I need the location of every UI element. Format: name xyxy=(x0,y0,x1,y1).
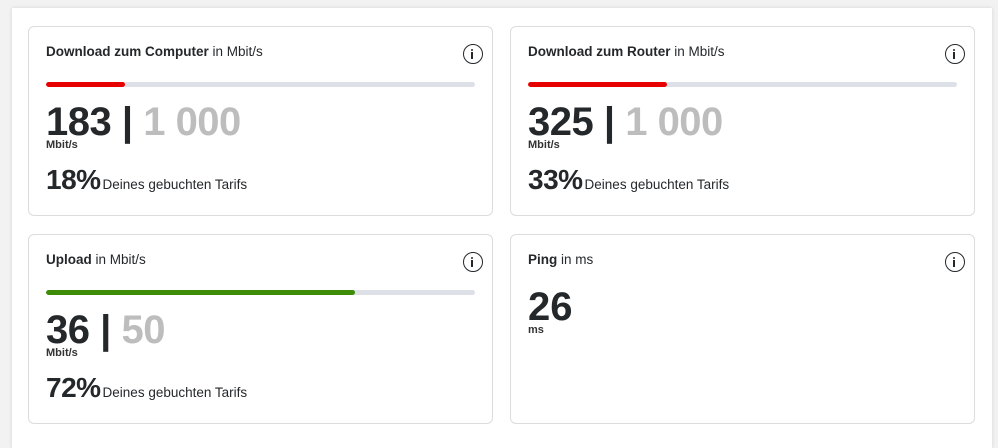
upload-card: Upload in Mbit/s 36 | 50 Mbit/s 72% Deine… xyxy=(28,234,493,424)
value-unit: Mbit/s xyxy=(46,139,78,151)
ping-card: Ping in ms 26 ms xyxy=(510,234,975,424)
card-title: Download zum Computer in Mbit/s xyxy=(46,43,263,61)
measured-value: 325 xyxy=(528,100,594,144)
info-icon[interactable] xyxy=(463,252,483,272)
value-separator: | xyxy=(121,100,133,144)
value-separator: | xyxy=(603,100,615,144)
title-label: Upload xyxy=(46,252,92,267)
card-title: Download zum Router in Mbit/s xyxy=(528,43,725,61)
download-computer-card: Download zum Computer in Mbit/s 183 | 1 … xyxy=(28,26,493,216)
value-unit: Mbit/s xyxy=(528,139,560,151)
percent-value: 33% xyxy=(528,164,583,195)
tariff-max-value: 1 000 xyxy=(143,100,241,144)
percent-text: Deines gebuchten Tarifs xyxy=(584,177,730,192)
download-router-card: Download zum Router in Mbit/s 325 | 1 00… xyxy=(510,26,975,216)
tariff-max-value: 50 xyxy=(121,308,165,352)
percent-text: Deines gebuchten Tarifs xyxy=(102,177,248,192)
measured-value: 183 xyxy=(46,100,112,144)
tariff-percentage: 33% Deines gebuchten Tarifs xyxy=(528,164,729,196)
progress-fill xyxy=(46,290,355,295)
title-label: Download zum Router xyxy=(528,44,671,59)
title-label: Ping xyxy=(528,252,558,267)
info-icon[interactable] xyxy=(463,44,483,64)
card-title: Ping in ms xyxy=(528,251,593,269)
ping-unit: ms xyxy=(528,324,544,336)
title-unit: in Mbit/s xyxy=(212,44,263,59)
percent-value: 72% xyxy=(46,372,101,403)
info-icon[interactable] xyxy=(945,44,965,64)
progress-fill xyxy=(46,82,125,87)
title-unit: in Mbit/s xyxy=(674,44,725,59)
measured-value: 36 xyxy=(46,308,90,352)
progress-fill xyxy=(528,82,668,87)
card-title: Upload in Mbit/s xyxy=(46,251,146,269)
value-unit: Mbit/s xyxy=(46,347,78,359)
percent-value: 18% xyxy=(46,164,101,195)
progress-bar xyxy=(46,82,475,87)
title-unit: in ms xyxy=(561,252,594,267)
tariff-percentage: 18% Deines gebuchten Tarifs xyxy=(46,164,247,196)
tariff-percentage: 72% Deines gebuchten Tarifs xyxy=(46,372,247,404)
value-separator: | xyxy=(100,308,111,352)
info-icon[interactable] xyxy=(945,252,965,272)
progress-bar xyxy=(46,290,475,295)
tariff-max-value: 1 000 xyxy=(625,100,723,144)
progress-bar xyxy=(528,82,957,87)
title-unit: in Mbit/s xyxy=(95,252,146,267)
percent-text: Deines gebuchten Tarifs xyxy=(102,385,248,400)
title-label: Download zum Computer xyxy=(46,44,209,59)
speedtest-results-panel: Download zum Computer in Mbit/s 183 | 1 … xyxy=(12,8,992,448)
